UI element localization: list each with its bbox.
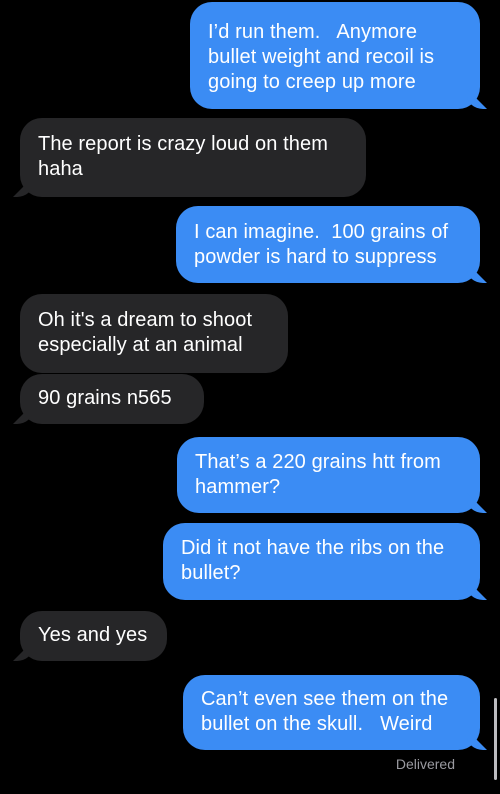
message-thread[interactable]: I’d run them. Anymore bullet weight and … [0,0,500,794]
message-bubble-sent[interactable]: I’d run them. Anymore bullet weight and … [190,2,480,109]
message-bubble-received[interactable]: 90 grains n565 [20,374,204,424]
message-bubble-sent[interactable]: That’s a 220 grains htt from hammer? [177,437,480,513]
delivered-status: Delivered [395,756,455,772]
message-bubble-received[interactable]: Oh it's a dream to shoot especially at a… [20,294,288,373]
message-bubble-received[interactable]: Yes and yes [20,611,167,661]
message-bubble-received[interactable]: The report is crazy loud on them haha [20,118,366,197]
scrollbar-thumb[interactable] [494,698,497,780]
message-bubble-sent[interactable]: Did it not have the ribs on the bullet? [163,523,480,600]
message-bubble-sent[interactable]: I can imagine. 100 grains of powder is h… [176,206,480,283]
message-bubble-sent[interactable]: Can’t even see them on the bullet on the… [183,675,480,750]
